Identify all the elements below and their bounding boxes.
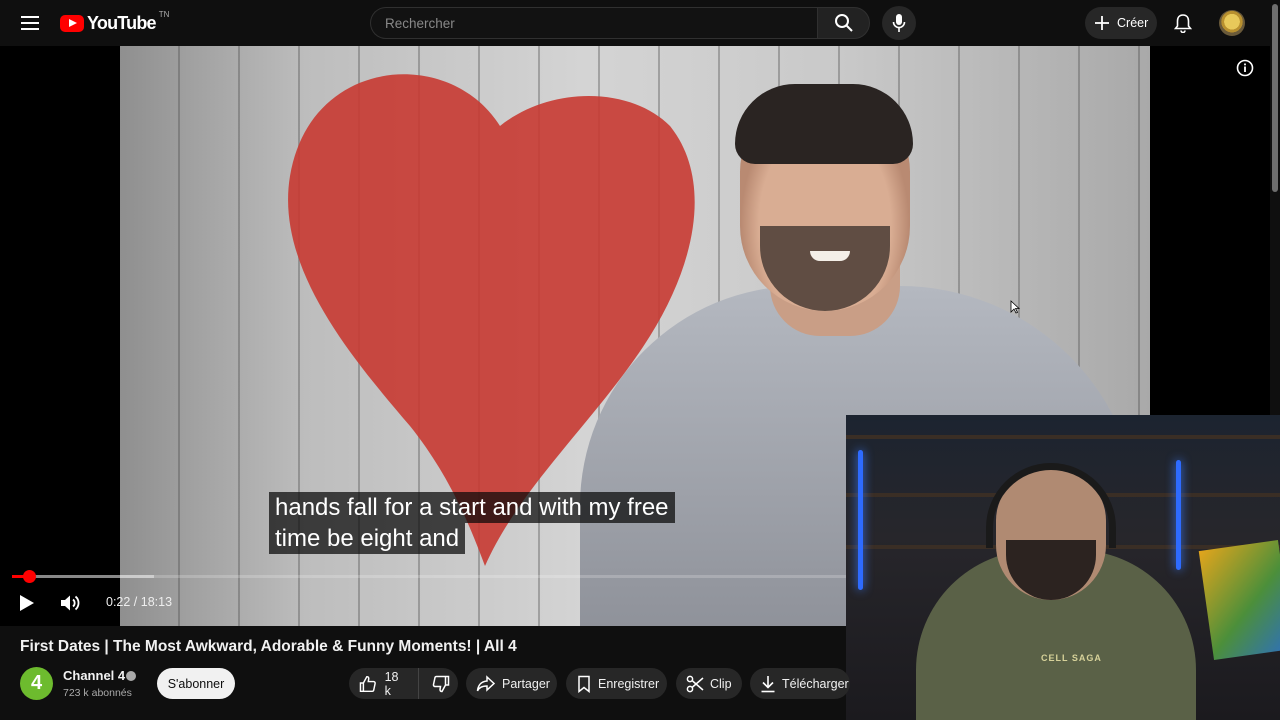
neon-light-right [1176, 460, 1181, 570]
shirt-text: CELL SAGA [1041, 653, 1102, 663]
man-hair [735, 84, 913, 164]
like-button[interactable]: 18 k [349, 668, 419, 699]
like-dislike-group: 18 k [349, 668, 458, 699]
logo-text: YouTube [87, 12, 157, 33]
plus-icon [1095, 16, 1109, 30]
play-button[interactable] [14, 592, 40, 614]
youtube-logo[interactable]: YouTube TN [60, 10, 169, 36]
search-input[interactable] [371, 8, 817, 38]
voice-search-button[interactable] [882, 6, 916, 40]
subscriber-count: 723 k abonnés [63, 687, 132, 699]
youtube-play-icon [60, 14, 84, 32]
share-button[interactable]: Partager [466, 668, 557, 699]
play-icon [20, 595, 34, 611]
clip-label: Clip [710, 676, 732, 691]
thumbs-up-icon [359, 675, 376, 692]
download-button[interactable]: Télécharger [750, 668, 850, 699]
save-label: Enregistrer [598, 676, 660, 691]
create-label: Créer [1117, 16, 1149, 30]
video-title: First Dates | The Most Awkward, Adorable… [20, 638, 517, 655]
progress-bar[interactable] [12, 570, 846, 583]
scissors-icon [686, 675, 704, 692]
captions: hands fall for a start and with my free … [269, 492, 709, 554]
channel-avatar-text: 4 [30, 672, 43, 694]
top-bar: YouTube TN Créer [0, 0, 1280, 46]
shelf [846, 435, 1280, 439]
bell-icon [1174, 14, 1192, 33]
volume-icon [61, 595, 80, 611]
region-code: TN [158, 9, 170, 19]
man-smile [810, 251, 850, 261]
page-scrollbar[interactable] [1272, 4, 1278, 192]
search-button[interactable] [817, 7, 870, 39]
caption-line-2: time be eight and [269, 523, 466, 554]
progress-scrubber[interactable] [22, 570, 36, 583]
thumbs-down-icon [433, 675, 450, 692]
channel-name[interactable]: Channel 4 [63, 668, 125, 683]
caption-line-1: hands fall for a start and with my free [269, 492, 675, 523]
time-display: 0:22 / 18:13 [106, 595, 173, 609]
channel-avatar[interactable]: 4 [20, 667, 53, 700]
microphone-icon [892, 14, 906, 32]
streamer-webcam-overlay: CELL SAGA [846, 415, 1280, 720]
save-button[interactable]: Enregistrer [566, 668, 667, 699]
clip-button[interactable]: Clip [676, 668, 742, 699]
menu-icon[interactable] [16, 11, 44, 35]
poster [1198, 539, 1280, 661]
verified-icon [126, 671, 136, 681]
search-icon [834, 14, 853, 32]
create-button[interactable]: Créer [1085, 7, 1157, 39]
search-box [370, 7, 817, 39]
like-count: 18 k [384, 669, 399, 698]
download-icon [761, 675, 775, 692]
headset-icon [986, 463, 1116, 548]
info-icon[interactable] [1236, 59, 1254, 77]
player-controls: 0:22 / 18:13 [0, 586, 846, 618]
mouse-cursor-icon [1010, 300, 1020, 314]
volume-button[interactable] [58, 592, 84, 614]
share-icon [476, 674, 496, 692]
notifications-button[interactable] [1168, 8, 1198, 38]
dislike-button[interactable] [425, 668, 458, 699]
subscribe-button[interactable]: S'abonner [157, 668, 235, 699]
share-label: Partager [502, 676, 550, 691]
download-label: Télécharger [782, 676, 849, 691]
user-avatar[interactable] [1219, 10, 1245, 36]
neon-light-left [858, 450, 863, 590]
bookmark-icon [578, 675, 590, 693]
